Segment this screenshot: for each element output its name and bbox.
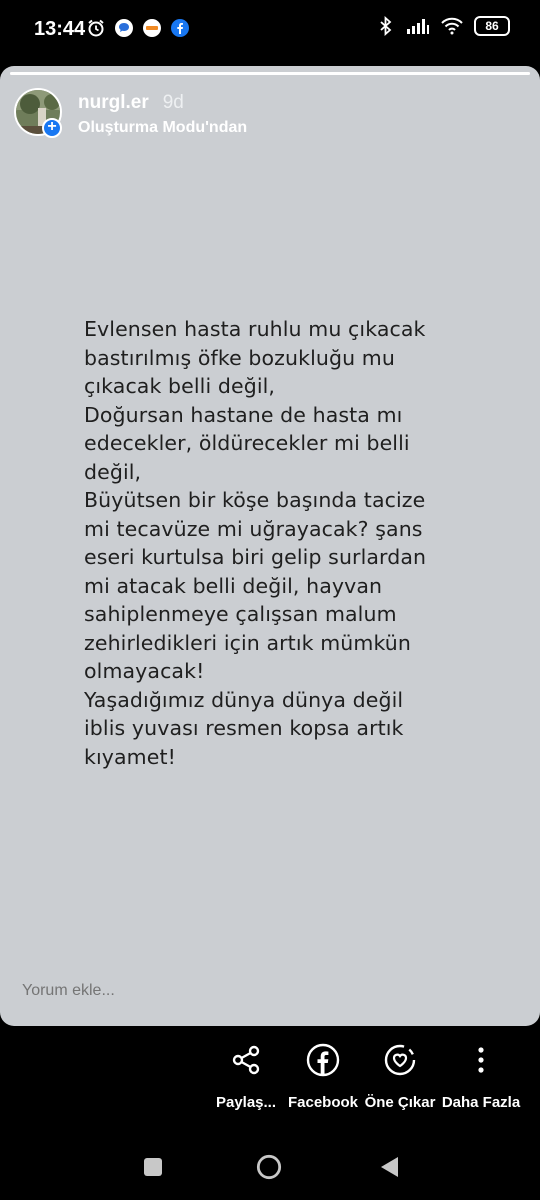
more-button[interactable]: Daha Fazla: [426, 1038, 536, 1111]
facebook-icon: [170, 18, 190, 38]
story-subtitle: Oluşturma Modu'ndan: [78, 119, 248, 136]
highlight-heart-icon: [382, 1042, 418, 1078]
signal-icon: [406, 16, 430, 36]
chat-bubble-icon: [114, 18, 134, 38]
story-actions: Paylaş... Facebook Öne Çıkar Daha Fazla: [0, 1038, 540, 1118]
story-text: Evlensen hasta ruhlu mu çıkacak bastırıl…: [84, 317, 427, 769]
more-vertical-icon: [463, 1042, 499, 1078]
share-icon: [228, 1042, 264, 1078]
recents-square-icon[interactable]: [140, 1154, 166, 1180]
add-story-plus-icon[interactable]: +: [42, 118, 62, 138]
username[interactable]: nurgl.er: [78, 92, 149, 114]
status-system-icons: 86: [376, 16, 510, 36]
home-circle-icon[interactable]: [256, 1154, 282, 1180]
status-notification-icons: [86, 18, 190, 38]
alarm-icon: [86, 18, 106, 38]
app-badge-icon: [142, 18, 162, 38]
bluetooth-icon: [376, 16, 396, 36]
more-label: Daha Fazla: [441, 1094, 521, 1111]
status-time: 13:44: [34, 18, 86, 40]
story-time-ago: 9d: [162, 92, 184, 113]
story-header: nurgl.er 9d: [78, 92, 184, 114]
comment-input[interactable]: [22, 982, 502, 1000]
story-progress-fill: [10, 72, 530, 75]
story-card[interactable]: + nurgl.er 9d Oluşturma Modu'ndan Evlens…: [0, 66, 540, 1026]
comment-bar: [0, 970, 540, 1016]
wifi-icon: [440, 16, 464, 36]
navigation-bar: [0, 1130, 540, 1200]
battery-icon: 86: [474, 16, 510, 36]
facebook-icon: [305, 1042, 341, 1078]
status-bar: 13:44 86: [0, 0, 540, 62]
story-progress-bar: [10, 72, 530, 75]
back-triangle-icon[interactable]: [376, 1154, 402, 1180]
profile-avatar[interactable]: +: [14, 88, 62, 138]
